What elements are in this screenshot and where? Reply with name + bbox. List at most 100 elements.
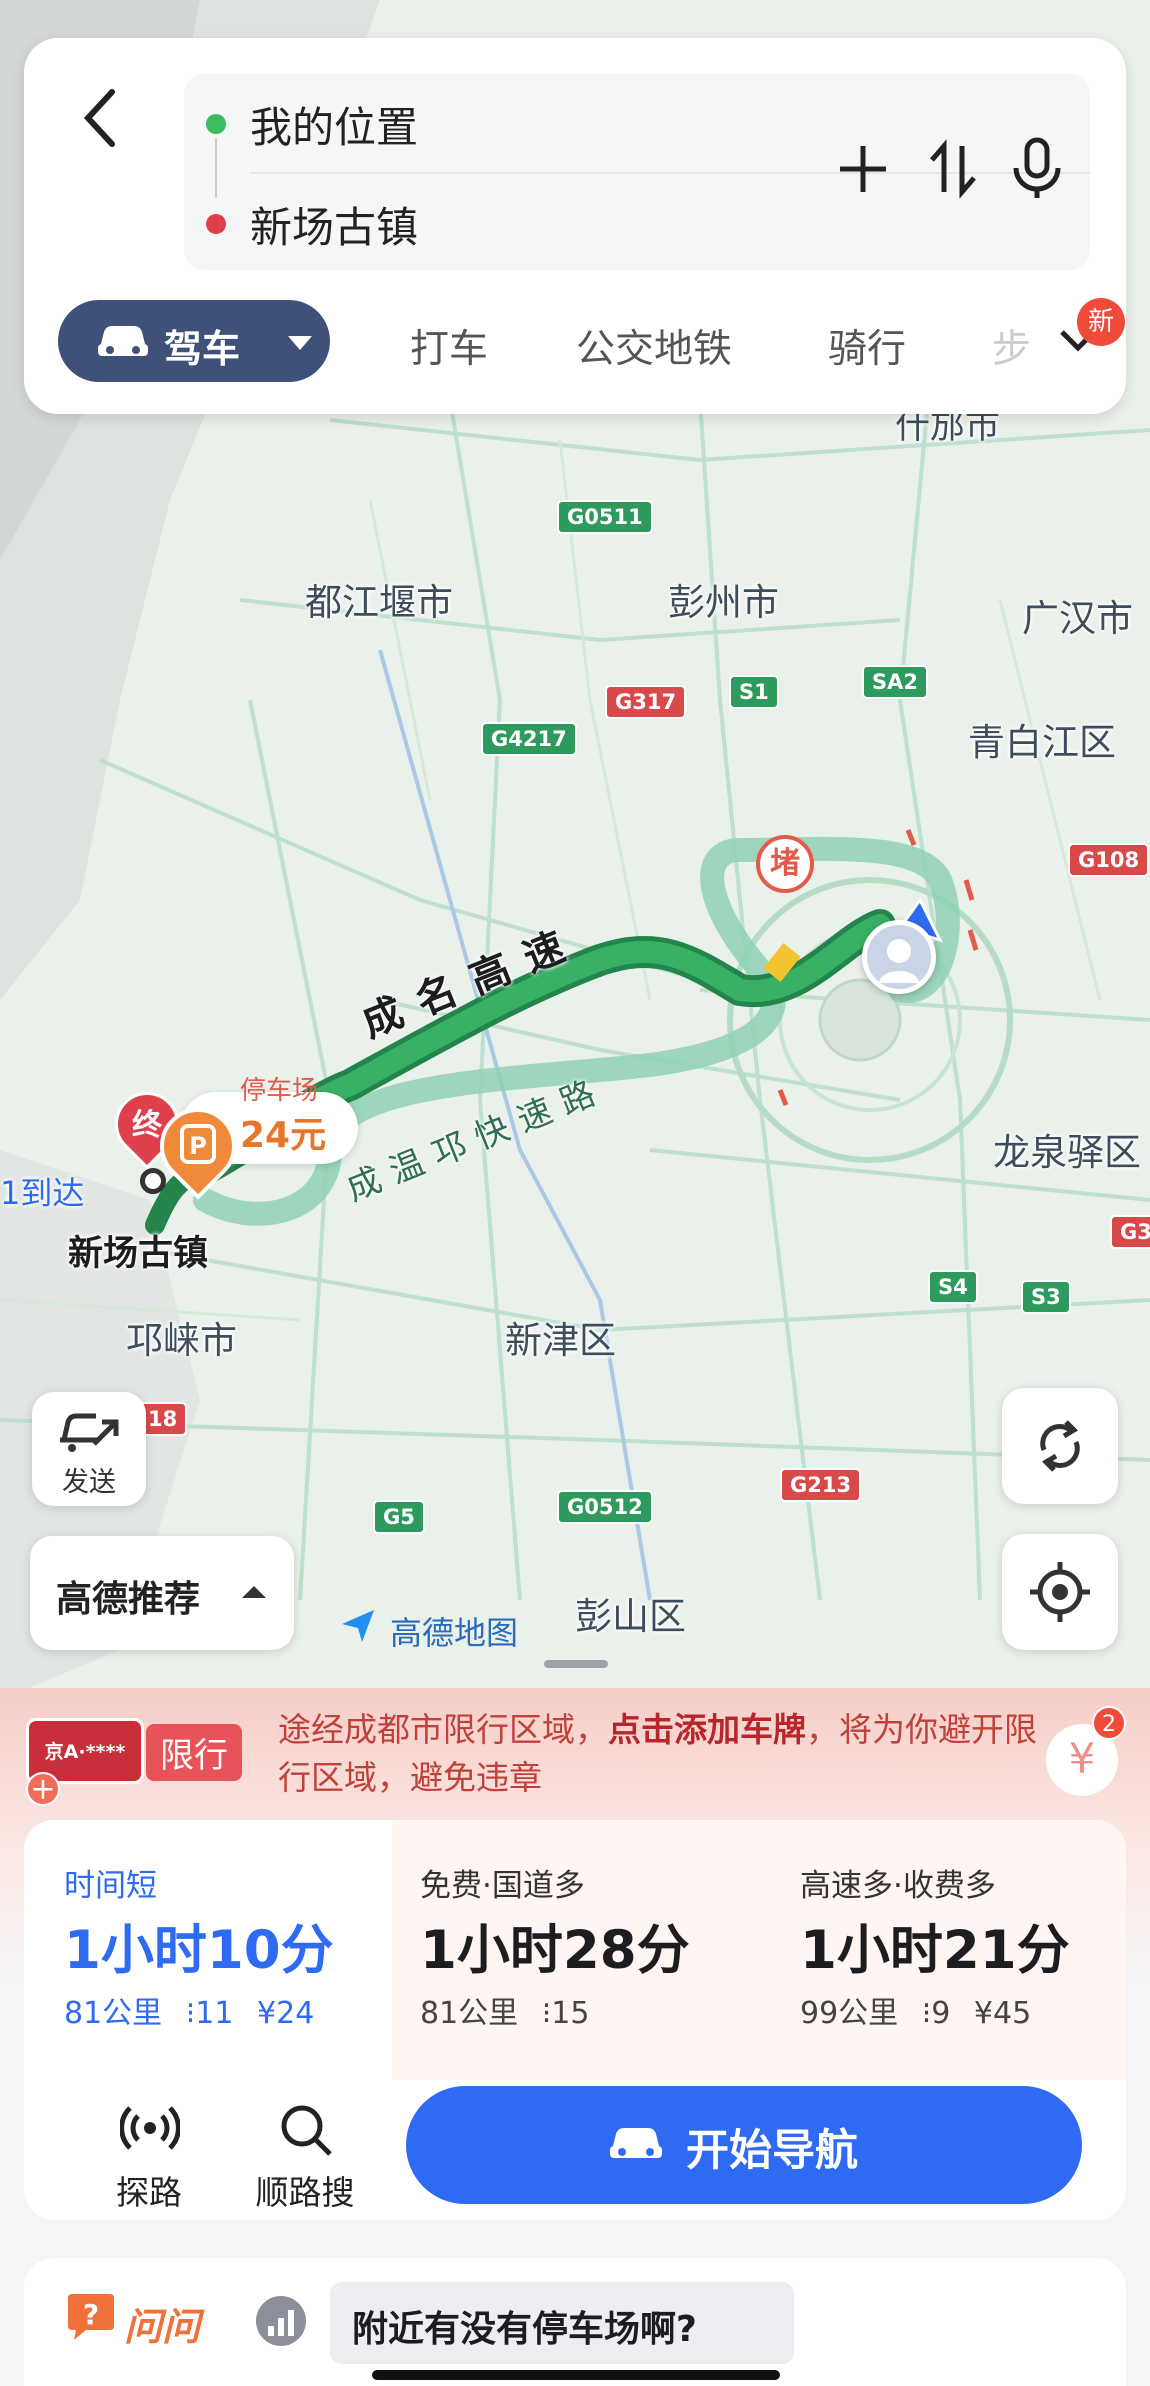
plate-text: 京A·**** [44,1741,126,1763]
route-options-card: 时间短 1小时10分 81公里 ⁝11 ¥24 免费·国道多 1小时28分 81… [24,1820,1126,2220]
explore-label: 探路 [116,2173,182,2212]
origin-input[interactable]: 我的位置 [250,94,418,155]
coupon-icon: ¥ [1068,1734,1096,1783]
tab-walk[interactable]: 步 [992,318,1031,374]
chat-question-icon: ? [68,2294,114,2340]
search-along-button[interactable]: 顺路搜 [230,2100,380,2212]
place-dujiangyan: 都江堰市 [305,581,453,624]
road-shield-g5: G5 [373,1500,425,1534]
ask-assistant-bar[interactable]: ? 问问 附近有没有停车场啊? [24,2258,1126,2386]
route-1-cost: ¥24 [257,1996,315,2031]
destination-pin [140,1168,166,1194]
road-shield-g3: G3 [1110,1215,1150,1249]
chevron-down-icon [288,336,312,350]
refresh-icon [1040,1420,1080,1472]
microphone-icon [1013,137,1061,198]
route-search-card: 我的位置 新场古镇 驾车 打车 公交地铁 骑行 步 新 [24,38,1126,414]
recommend-label: 高德推荐 [56,1579,201,1620]
route-option-2[interactable]: 免费·国道多 1小时28分 81公里 ⁝15 [392,1820,766,2080]
destination-input[interactable]: 新场古镇 [250,194,418,255]
drag-handle[interactable] [544,1660,608,1668]
add-plate-link[interactable]: 点击添加车牌 [608,1710,806,1749]
place-qingbaijiang: 青白江区 [968,721,1116,764]
tab-transit[interactable]: 公交地铁 [576,318,732,374]
route-3-lights: 9 [931,1996,951,2031]
place-pengzhou: 彭州市 [668,581,779,624]
route-3-time: 1小时21分 [800,1920,1070,1981]
start-navigation-label: 开始导航 [686,2126,858,2176]
ask-brand: 问问 [124,2305,201,2349]
place-longquanyi: 龙泉驿区 [993,1131,1141,1174]
route-1-stats: 81公里 ⁝11 ¥24 [64,1988,314,2032]
back-arrow-icon [83,89,115,147]
tab-ride[interactable]: 骑行 [828,318,906,374]
new-badge: 新 [1077,298,1125,346]
suggestion-text: 附近有没有停车场啊? [352,2309,697,2350]
road-shield-s3: S3 [1021,1280,1071,1314]
assistant-avatar [256,2296,306,2346]
route-inputs: 我的位置 新场古镇 [184,74,1090,270]
send-to-car-button[interactable]: 发送 [32,1392,146,1506]
place-pengshan: 彭山区 [575,1595,686,1638]
refresh-route-button[interactable] [1002,1388,1118,1504]
route-option-1[interactable]: 时间短 1小时10分 81公里 ⁝11 ¥24 [24,1820,392,2080]
route-3-stats: 99公里 ⁝9 ¥45 [800,1988,1031,2032]
road-shield-s4: S4 [928,1270,978,1304]
start-navigation-button[interactable]: 开始导航 [406,2086,1082,2204]
destination-dot [206,214,226,234]
route-3-label: 高速多·收费多 [800,1868,996,1904]
send-label: 发送 [62,1467,116,1498]
avatar-icon [879,939,919,983]
swap-button[interactable] [918,134,988,204]
route-connector [215,138,217,198]
road-shield-g108: G108 [1068,843,1150,877]
road-shield-g0512: G0512 [557,1490,653,1524]
explore-button[interactable]: 探路 [84,2100,214,2212]
back-button[interactable] [72,78,132,158]
restriction-tag: 限行 [146,1724,242,1781]
amap-logo-icon [342,1610,374,1642]
restriction-message[interactable]: 途经成都市限行区域，点击添加车牌，将为你避开限行区域，避免违章 [278,1706,1038,1802]
suggestion-chip[interactable]: 附近有没有停车场啊? [330,2282,794,2364]
search-along-label: 顺路搜 [255,2173,355,2212]
parking-price: 24元 [240,1115,327,1156]
restriction-notice[interactable]: 京A·**** + 限行 途经成都市限行区域，点击添加车牌，将为你避开限行区域，… [0,1688,1150,1818]
origin-dot [206,114,226,134]
coupon-button[interactable]: ¥ 2 [1046,1706,1126,1796]
my-location-avatar[interactable] [862,920,936,994]
route-actions-row: 探路 顺路搜 开始导航 [24,2080,1126,2220]
road-shield-g317: G317 [605,685,687,719]
home-indicator [372,2370,780,2380]
place-qionglai: 邛崃市 [126,1319,237,1362]
parking-icon: P [180,1124,216,1164]
add-waypoint-button[interactable] [828,134,898,204]
recommend-route-button[interactable]: 高德推荐 [30,1536,294,1650]
route-2-label: 免费·国道多 [420,1868,585,1904]
signal-icon [268,2310,294,2336]
road-shield-g213: G213 [780,1468,862,1502]
route-1-distance: 81公里 [64,1996,163,2031]
congestion-marker[interactable]: 堵 [756,835,814,893]
traffic-light-icon: ⁝ [541,1996,552,2031]
svg-text:P: P [189,1132,207,1160]
road-shield-sa2: SA2 [862,665,928,699]
road-shield-g0511: G0511 [557,500,653,534]
radar-icon [120,2106,180,2150]
destination-label: 新场古镇 [68,1234,209,1274]
amap-logo-text: 高德地图 [390,1614,519,1652]
plus-icon [840,146,886,192]
tab-taxi[interactable]: 打车 [410,318,488,374]
voice-input-button[interactable] [1002,134,1072,204]
route-1-lights: 11 [195,1996,234,2031]
coupon-count-badge: 2 [1092,1706,1126,1740]
locate-me-button[interactable] [1002,1534,1118,1650]
route-3-cost: ¥45 [973,1996,1032,2031]
route-2-distance: 81公里 [420,1996,519,2031]
route-2-lights: 15 [551,1996,590,2031]
travel-mode-tabs: 驾车 打车 公交地铁 骑行 步 [24,300,1126,390]
tab-drive-label: 驾车 [164,327,241,371]
caret-up-icon [242,1586,266,1598]
send-car-icon [60,1413,119,1452]
route-option-3[interactable]: 高速多·收费多 1小时21分 99公里 ⁝9 ¥45 [766,1820,1126,2080]
tab-drive[interactable]: 驾车 [58,300,330,382]
